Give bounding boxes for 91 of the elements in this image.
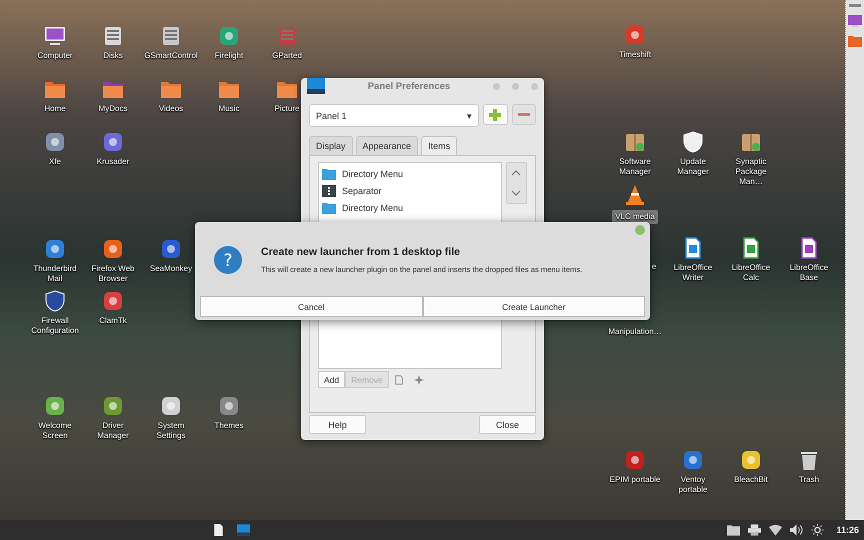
desktop-icon-label[interactable]: Themes [212, 421, 246, 431]
desktop-icon-label[interactable]: Manipulation… [606, 327, 664, 337]
app-icon[interactable] [682, 449, 704, 471]
volume-icon[interactable] [790, 524, 804, 536]
desktop-icon-label[interactable]: Disks [101, 51, 125, 61]
folder-icon[interactable] [727, 524, 740, 536]
app-icon[interactable] [102, 131, 124, 153]
window-button[interactable]: Help [309, 415, 366, 434]
drive-icon[interactable] [160, 25, 182, 47]
desktop-icon-label[interactable]: BleachBit [732, 475, 770, 485]
desktop-icon-label[interactable]: LibreOffice Writer [665, 263, 721, 283]
desktop-icon-label[interactable]: Software Manager [607, 157, 663, 177]
panel-icon [307, 78, 325, 94]
grip-icon[interactable] [849, 4, 861, 7]
desktop-icon-label[interactable]: LibreOffice Calc [723, 263, 779, 283]
window-title: Panel Preferences [366, 80, 452, 92]
dialog-button[interactable]: Cancel [200, 296, 422, 317]
app-icon[interactable] [160, 395, 182, 417]
monitor-icon[interactable] [44, 25, 66, 47]
desktop-icon-label[interactable]: GSmartControl [142, 51, 200, 61]
app-icon[interactable] [102, 395, 124, 417]
desktop-icon-label[interactable]: Picture [272, 104, 302, 114]
shield-icon[interactable] [682, 131, 704, 153]
desktop-icon-label[interactable]: SeaMonkey [148, 264, 194, 274]
desktop-icon-label[interactable]: Thunderbird Mail [27, 264, 83, 284]
app-icon[interactable] [44, 238, 66, 260]
desktop-icon-label[interactable]: Music [216, 104, 242, 114]
plus-icon [489, 108, 502, 120]
app-icon[interactable] [102, 290, 124, 312]
file-icon[interactable] [212, 524, 225, 536]
panel-icon[interactable] [237, 524, 250, 536]
remove-panel-button[interactable] [512, 104, 536, 125]
desktop-icon-label[interactable]: Xfe [46, 157, 63, 167]
desktop-icon-label[interactable]: EPIM portable [608, 475, 662, 485]
traffic-cone-icon[interactable] [624, 184, 646, 206]
desktop-icon-label[interactable]: Timeshift [616, 50, 654, 60]
desktop-icon-label[interactable]: Home [42, 104, 68, 114]
trash-icon[interactable] [798, 449, 820, 471]
app-icon[interactable] [218, 395, 240, 417]
panel-dropdown[interactable]: Panel 1 ▾ [309, 104, 480, 127]
desktop-icon-label[interactable]: MyDocs [96, 104, 130, 114]
monitor-icon[interactable] [848, 15, 862, 27]
dialog-button[interactable]: Create Launcher [422, 296, 645, 317]
separator-icon [322, 184, 336, 196]
list-item[interactable]: Separator [342, 186, 382, 196]
clock[interactable]: 11:26 [836, 525, 859, 535]
app-icon[interactable] [44, 131, 66, 153]
package-icon[interactable] [624, 131, 646, 153]
desktop-icon-label[interactable]: System Settings [143, 421, 199, 441]
list-item[interactable]: Directory Menu [342, 202, 404, 212]
app-icon[interactable] [160, 238, 182, 260]
sparkle-icon[interactable] [414, 374, 424, 384]
app-icon[interactable] [218, 25, 240, 47]
package-icon[interactable] [740, 131, 762, 153]
desktop-icon-label[interactable]: Videos [156, 104, 186, 114]
toolbar-button[interactable]: Add [318, 371, 346, 388]
desktop-icon-label[interactable]: Krusader [94, 157, 132, 167]
app-icon[interactable] [44, 395, 66, 417]
desktop-icon-label[interactable]: Computer [35, 51, 75, 61]
tab[interactable]: Display [309, 136, 353, 155]
desktop-icon-label[interactable]: Firefox Web Browser [85, 264, 141, 284]
dialog-title: Create new launcher from 1 desktop file [261, 246, 461, 258]
tab[interactable]: Appearance [356, 136, 418, 155]
brightness-icon[interactable] [811, 524, 824, 536]
minus-icon [518, 112, 530, 116]
desktop-icon-label[interactable]: Firewall Configuration [27, 316, 83, 336]
desktop-icon-label[interactable]: Welcome Screen [27, 421, 83, 441]
drive-icon[interactable] [102, 25, 124, 47]
window-button[interactable]: Close [479, 415, 536, 434]
app-icon[interactable] [102, 238, 124, 260]
desktop-icon-label[interactable]: Trash [796, 475, 822, 485]
desktop-icon-label[interactable]: Driver Manager [85, 421, 141, 441]
list-item[interactable]: Directory Menu [342, 168, 404, 178]
caret-icon[interactable]: ▾ [467, 110, 472, 120]
desktop-icon-label[interactable]: ClamTk [97, 316, 129, 326]
desktop-icon-label[interactable]: Ventoy portable [665, 475, 721, 495]
folder-icon [322, 202, 336, 214]
app-icon[interactable] [740, 449, 762, 471]
desktop-icon-label[interactable]: GParted [270, 51, 304, 61]
shield-icon[interactable] [44, 290, 66, 312]
desktop-icon-label[interactable]: Update Manager [665, 157, 721, 177]
tab[interactable]: Items [421, 136, 458, 155]
desktop-icon-label[interactable]: Synaptic Package Man… [723, 157, 779, 187]
desktop-icon-label[interactable]: e [650, 262, 658, 272]
printer-icon[interactable] [748, 524, 762, 536]
desktop-icon-label[interactable]: Firelight [212, 51, 246, 61]
folder-icon [322, 168, 336, 180]
wifi-icon[interactable] [769, 524, 782, 536]
app-icon[interactable] [624, 449, 646, 471]
desktop-icon-label[interactable]: LibreOffice Base [781, 263, 837, 283]
question-icon: ? [213, 245, 243, 275]
